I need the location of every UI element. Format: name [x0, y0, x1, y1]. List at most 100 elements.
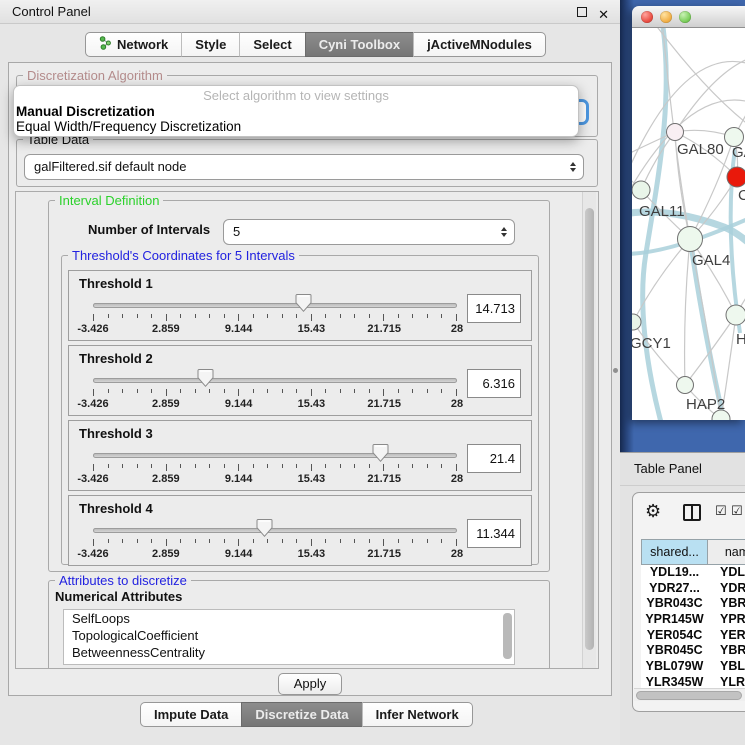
- threshold-2-slider-thumb[interactable]: [197, 368, 214, 388]
- table-row[interactable]: YBR043CYBR0: [641, 596, 745, 612]
- tick-label: -3.426: [77, 473, 108, 485]
- network-canvas[interactable]: GAL80GACGAL11GAL4GCY1HHAP2: [632, 28, 745, 420]
- network-node-gal11[interactable]: [632, 181, 650, 199]
- split-pane-handle[interactable]: [613, 368, 618, 373]
- minimize-light-icon[interactable]: [660, 11, 672, 23]
- cell-name[interactable]: YPR1: [708, 612, 745, 628]
- network-node-gal80[interactable]: [667, 124, 684, 141]
- tick-mark: [427, 389, 428, 393]
- tab-cyni-toolbox[interactable]: Cyni Toolbox: [305, 32, 413, 57]
- table-row[interactable]: YBL079WYBL0: [641, 659, 745, 675]
- network-node-gal4[interactable]: [678, 227, 703, 252]
- tab-label: Network: [117, 37, 168, 52]
- threshold-2-value-input[interactable]: [467, 369, 521, 398]
- tick-mark: [180, 389, 181, 393]
- tick-mark: [180, 314, 181, 318]
- tick-mark: [311, 389, 312, 396]
- cell-name[interactable]: YDL1: [708, 565, 745, 581]
- close-light-icon[interactable]: [641, 11, 653, 23]
- threshold-1-slider-track[interactable]: [93, 303, 457, 308]
- tick-label: 9.144: [225, 473, 253, 485]
- close-icon[interactable]: ✕: [598, 4, 609, 27]
- threshold-4-value-input[interactable]: [467, 519, 521, 548]
- tick-mark: [166, 464, 167, 471]
- cell-shared-name[interactable]: YPR145W: [641, 612, 708, 628]
- network-node-right[interactable]: [726, 305, 745, 325]
- network-node-hap2[interactable]: [677, 377, 694, 394]
- threshold-3-slider-thumb[interactable]: [372, 443, 389, 463]
- network-window-titlebar[interactable]: [632, 6, 745, 28]
- settings-vertical-scrollbar[interactable]: [582, 192, 596, 668]
- tab-impute-data[interactable]: Impute Data: [140, 702, 241, 727]
- threshold-4-slider-track[interactable]: [93, 528, 457, 533]
- cell-shared-name[interactable]: YBR043C: [641, 596, 708, 612]
- attribute-item-topologicalcoefficient[interactable]: TopologicalCoefficient: [64, 627, 514, 644]
- tab-jactivemnodules[interactable]: jActiveMNodules: [413, 32, 546, 57]
- table-row[interactable]: YER054CYER0: [641, 628, 745, 644]
- network-node-gcy1[interactable]: [632, 314, 641, 330]
- tab-infer-network[interactable]: Infer Network: [362, 702, 473, 727]
- cell-shared-name[interactable]: YDR27...: [641, 581, 708, 597]
- cell-name[interactable]: YDR2: [708, 581, 745, 597]
- algorithm-option-equal-width-frequency-discretization[interactable]: Equal Width/Frequency Discretization: [14, 119, 578, 134]
- column-header-shared[interactable]: shared...: [641, 539, 708, 565]
- tick-mark: [398, 389, 399, 393]
- tab-select[interactable]: Select: [239, 32, 304, 57]
- cell-name[interactable]: YBL0: [708, 659, 745, 675]
- tab-style[interactable]: Style: [181, 32, 239, 57]
- tick-mark: [151, 389, 152, 393]
- cell-shared-name[interactable]: YDL19...: [641, 565, 708, 581]
- tab-discretize-data[interactable]: Discretize Data: [241, 702, 361, 727]
- tick-label: 21.715: [367, 473, 401, 485]
- cell-name[interactable]: YBR0: [708, 643, 745, 659]
- tick-label: 21.715: [367, 398, 401, 410]
- number-of-intervals-combo[interactable]: 5: [223, 219, 515, 245]
- float-panel-icon[interactable]: [577, 7, 587, 17]
- table-row[interactable]: YDR27...YDR2: [641, 581, 745, 597]
- threshold-2-slider-track[interactable]: [93, 378, 457, 383]
- combo-stepper-icon: [501, 227, 507, 237]
- network-node-red[interactable]: [727, 167, 745, 187]
- columns-icon[interactable]: [683, 504, 701, 521]
- tick-label: -3.426: [77, 548, 108, 560]
- checkbox-icon[interactable]: ☑: [715, 504, 727, 519]
- threshold-1-slider-thumb[interactable]: [295, 293, 312, 313]
- tick-label: 15.43: [298, 548, 326, 560]
- threshold-1-value-input[interactable]: [467, 294, 521, 323]
- table-horizontal-scrollbar[interactable]: [634, 688, 745, 701]
- tick-mark: [383, 389, 384, 396]
- cell-shared-name[interactable]: YBL079W: [641, 659, 708, 675]
- attributes-scrollbar-thumb[interactable]: [503, 613, 512, 659]
- table-row[interactable]: YBR045CYBR0: [641, 643, 745, 659]
- threshold-label: Threshold 4: [79, 501, 153, 516]
- column-header-name[interactable]: name: [707, 539, 745, 565]
- attribute-item-betweennesscentrality[interactable]: BetweennessCentrality: [64, 644, 514, 661]
- table-data-combo[interactable]: galFiltered.sif default node: [24, 154, 584, 180]
- tick-mark: [195, 314, 196, 318]
- tick-mark: [311, 314, 312, 321]
- table-row[interactable]: YDL19...YDL1: [641, 565, 745, 581]
- number-of-intervals-value: 5: [233, 224, 240, 239]
- table-scrollbar-thumb[interactable]: [636, 691, 742, 700]
- tab-network[interactable]: Network: [85, 32, 181, 57]
- apply-button[interactable]: Apply: [278, 673, 343, 695]
- cell-name[interactable]: YER0: [708, 628, 745, 644]
- tick-mark: [412, 314, 413, 318]
- threshold-2-panel: Threshold 2-3.4262.8599.14415.4321.71528: [68, 345, 532, 416]
- attribute-item-selfloops[interactable]: SelfLoops: [64, 610, 514, 627]
- cell-shared-name[interactable]: YBR045C: [641, 643, 708, 659]
- tick-label: 15.43: [298, 323, 326, 335]
- threshold-3-value-input[interactable]: [467, 444, 521, 473]
- numerical-attributes-list[interactable]: SelfLoopsTopologicalCoefficientBetweenne…: [63, 609, 515, 665]
- zoom-light-icon[interactable]: [679, 11, 691, 23]
- checkbox-icon[interactable]: ☑: [731, 504, 743, 519]
- algorithm-option-manual-discretization[interactable]: Manual Discretization: [14, 104, 578, 119]
- settings-scrollbar-thumb[interactable]: [585, 208, 594, 650]
- table-row[interactable]: YPR145WYPR1: [641, 612, 745, 628]
- cell-shared-name[interactable]: YER054C: [641, 628, 708, 644]
- cell-name[interactable]: YBR0: [708, 596, 745, 612]
- threshold-4-slider-thumb[interactable]: [256, 518, 273, 538]
- threshold-3-slider-track[interactable]: [93, 453, 457, 458]
- tick-mark: [282, 389, 283, 393]
- gear-icon[interactable]: ⚙: [645, 501, 661, 522]
